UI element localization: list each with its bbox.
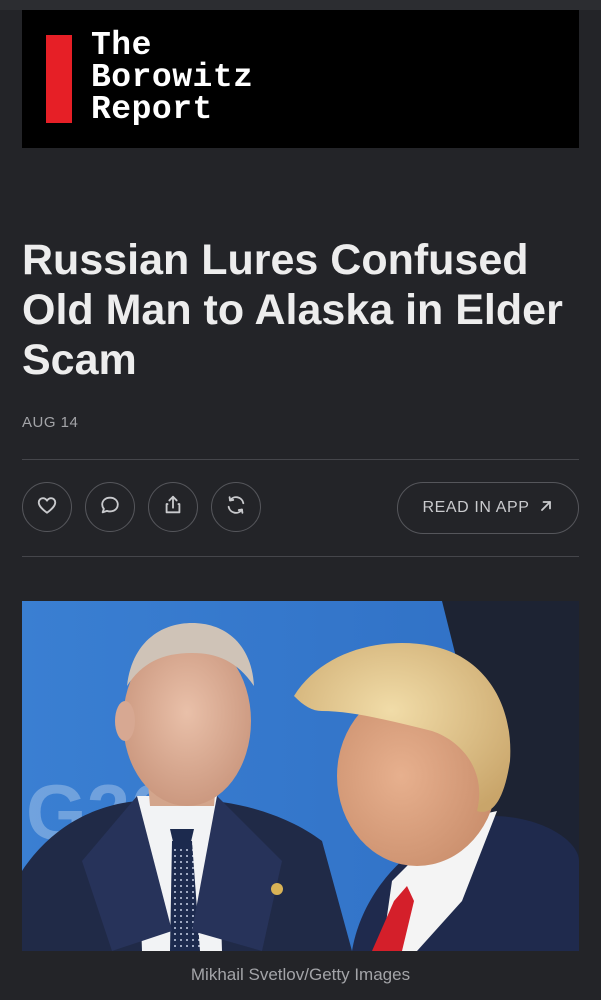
comment-button[interactable] [85, 482, 135, 532]
divider-top [22, 459, 579, 460]
share-button[interactable] [148, 482, 198, 532]
share-icon [162, 494, 184, 521]
article-headline: Russian Lures Confused Old Man to Alaska… [22, 236, 563, 384]
photo-illustration: G20 [22, 601, 579, 951]
restack-icon [225, 494, 247, 521]
article-date: AUG 14 [22, 414, 79, 431]
comment-icon [99, 494, 121, 521]
logo-line: Borowitz [91, 59, 254, 96]
publication-logo-banner[interactable]: The Borowitz Report [22, 10, 579, 148]
divider-bottom [22, 556, 579, 557]
arrow-up-right-icon [538, 498, 554, 519]
publication-logo: The Borowitz Report [91, 27, 254, 128]
photo-caption: Mikhail Svetlov/Getty Images [190, 965, 411, 984]
top-edge [0, 0, 601, 10]
article-photo[interactable]: G20 [22, 601, 579, 951]
restack-button[interactable] [211, 482, 261, 532]
logo-line: Report [91, 91, 213, 128]
logo-red-bar [46, 35, 72, 123]
action-bar: READ IN APP [22, 482, 579, 534]
like-button[interactable] [22, 482, 72, 532]
read-in-app-button[interactable]: READ IN APP [397, 482, 579, 534]
read-in-app-label: READ IN APP [422, 499, 530, 516]
logo-line: The [91, 27, 152, 64]
heart-icon [36, 494, 58, 521]
